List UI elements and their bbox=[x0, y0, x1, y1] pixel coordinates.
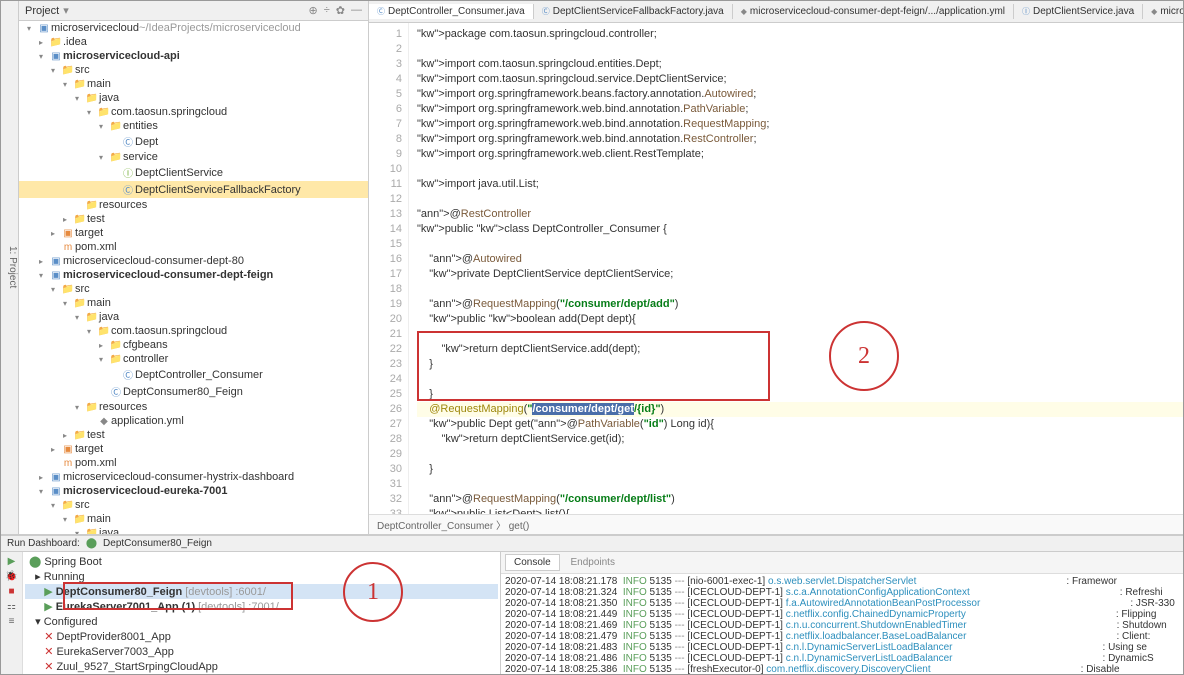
tree-item[interactable]: ▾📁entities bbox=[19, 119, 368, 133]
collapse-icon[interactable]: ⊕ bbox=[309, 4, 318, 17]
editor-tab[interactable]: ⒾDeptClientService.java bbox=[1014, 4, 1143, 19]
code-area[interactable]: "kw">package com.taosun.springcloud.cont… bbox=[409, 23, 1183, 514]
tree-item[interactable]: ▾📁com.taosun.springcloud bbox=[19, 105, 368, 119]
tree-item[interactable]: ▸▣target bbox=[19, 442, 368, 456]
tree-item[interactable]: 📁resources bbox=[19, 198, 368, 212]
run-tree[interactable]: 1 ⬤ Spring Boot ▸ Running ▶ DeptConsumer… bbox=[23, 552, 500, 674]
tree-item[interactable]: ▾📁java bbox=[19, 526, 368, 534]
stop-icon[interactable]: ■ bbox=[8, 586, 14, 597]
tree-item[interactable]: ▾📁com.taosun.springcloud bbox=[19, 324, 368, 338]
tree-item[interactable]: ▾📁java bbox=[19, 310, 368, 324]
filter-icon[interactable]: ⚏ bbox=[7, 601, 16, 612]
editor-tab[interactable]: ⒸDeptController_Consumer.java bbox=[369, 4, 534, 19]
tree-item[interactable]: ▾▣microservicecloud-api bbox=[19, 49, 368, 63]
run-dashboard-label: Run Dashboard: bbox=[7, 538, 80, 549]
console-output[interactable]: 2020-07-14 18:08:21.178 INFO 5135 --- [n… bbox=[501, 574, 1183, 674]
expand-icon[interactable]: ≡ bbox=[9, 616, 15, 627]
debug-icon[interactable]: 🐞 bbox=[5, 571, 17, 582]
tree-item[interactable]: ▸▣microservicecloud-consumer-dept-80 bbox=[19, 254, 368, 268]
run-dashboard-header: Run Dashboard: ⬤ DeptConsumer80_Feign bbox=[1, 536, 1183, 552]
tree-item[interactable]: ⒸDeptClientServiceFallbackFactory bbox=[19, 181, 368, 198]
tree-item[interactable]: ⒾDeptClientService bbox=[19, 164, 368, 181]
breadcrumb[interactable]: DeptController_Consumer 〉 get() bbox=[369, 514, 1183, 534]
tree-item[interactable]: ⒸDept bbox=[19, 133, 368, 150]
tree-item[interactable]: ▾📁main bbox=[19, 296, 368, 310]
tree-item[interactable]: ▸📁test bbox=[19, 212, 368, 226]
tree-item[interactable]: mpom.xml bbox=[19, 240, 368, 254]
tab-endpoints[interactable]: Endpoints bbox=[562, 555, 622, 570]
console-tabs[interactable]: Console Endpoints bbox=[501, 552, 1183, 574]
divide-icon[interactable]: ÷ bbox=[324, 4, 330, 17]
run-icon[interactable]: ▶ bbox=[8, 556, 16, 567]
project-panel-header: Project ▾ ⊕ ÷ ✿ — bbox=[19, 1, 368, 21]
run-app-item[interactable]: ✕ DeptProvider8001_App bbox=[25, 629, 498, 644]
tree-item[interactable]: ▾📁service bbox=[19, 150, 368, 164]
tree-item[interactable]: ⒸDeptController_Consumer bbox=[19, 366, 368, 383]
tab-console[interactable]: Console bbox=[505, 554, 560, 571]
line-gutter: 1234567891011121314151617181920212223242… bbox=[369, 23, 409, 514]
tree-item[interactable]: ▾📁src bbox=[19, 63, 368, 77]
left-stripe[interactable]: 1: Project bbox=[1, 1, 19, 534]
run-app-item[interactable]: ▶ EurekaServer7001_App (1) [devtools] :7… bbox=[25, 599, 498, 614]
project-tree[interactable]: ▾▣microservicecloud ~/IdeaProjects/micro… bbox=[19, 21, 368, 534]
hide-icon[interactable]: — bbox=[351, 4, 362, 17]
run-app-item[interactable]: ✕ Zuul_9527_StartSrpingCloudApp bbox=[25, 659, 498, 674]
tree-item[interactable]: ▾📁controller bbox=[19, 352, 368, 366]
tree-item[interactable]: ▸📁.idea bbox=[19, 35, 368, 49]
tree-item[interactable]: ▸▣microservicecloud-consumer-hystrix-das… bbox=[19, 470, 368, 484]
tree-item[interactable]: ▾📁src bbox=[19, 498, 368, 512]
tree-item[interactable]: ▸📁test bbox=[19, 428, 368, 442]
run-app-item[interactable]: ✕ EurekaServer7003_App bbox=[25, 644, 498, 659]
tree-item[interactable]: ▾📁src bbox=[19, 282, 368, 296]
tree-item[interactable]: ▾📁main bbox=[19, 512, 368, 526]
editor-tab[interactable]: ◆microservicecloud-consumer-dept-feign/.… bbox=[733, 4, 1014, 19]
run-config-icon: ⬤ bbox=[86, 538, 97, 549]
gear-icon[interactable]: ✿ bbox=[336, 4, 345, 17]
tree-item[interactable]: ▾📁resources bbox=[19, 400, 368, 414]
project-panel: Project ▾ ⊕ ÷ ✿ — ▾▣microservicecloud ~/… bbox=[19, 1, 369, 534]
editor-tabs[interactable]: ⒸDeptController_Consumer.javaⒸDeptClient… bbox=[369, 1, 1183, 23]
tree-item[interactable]: ▾▣microservicecloud-eureka-7001 bbox=[19, 484, 368, 498]
editor-tab[interactable]: ⒸDeptClientServiceFallbackFactory.java bbox=[534, 4, 733, 19]
tree-item[interactable]: ▸▣target bbox=[19, 226, 368, 240]
project-label: Project bbox=[25, 5, 59, 17]
tree-item[interactable]: ◆application.yml bbox=[19, 414, 368, 428]
tree-item[interactable]: ▾📁java bbox=[19, 91, 368, 105]
editor-tab[interactable]: ◆microservicecloud-eureka-7001/.../appli… bbox=[1143, 4, 1183, 19]
code-editor[interactable]: 1234567891011121314151617181920212223242… bbox=[369, 23, 1183, 514]
tree-item[interactable]: ▾▣microservicecloud ~/IdeaProjects/micro… bbox=[19, 21, 368, 35]
run-toolbar[interactable]: ▶ 🐞 ■ ⚏ ≡ bbox=[1, 552, 23, 674]
tree-item[interactable]: ▾▣microservicecloud-consumer-dept-feign bbox=[19, 268, 368, 282]
run-app-item[interactable]: ▶ DeptConsumer80_Feign [devtools] :6001/ bbox=[25, 584, 498, 599]
tree-item[interactable]: ▸📁cfgbeans bbox=[19, 338, 368, 352]
tree-item[interactable]: mpom.xml bbox=[19, 456, 368, 470]
tree-item[interactable]: ⒸDeptConsumer80_Feign bbox=[19, 383, 368, 400]
run-config-name: DeptConsumer80_Feign bbox=[103, 538, 212, 549]
tree-item[interactable]: ▾📁main bbox=[19, 77, 368, 91]
